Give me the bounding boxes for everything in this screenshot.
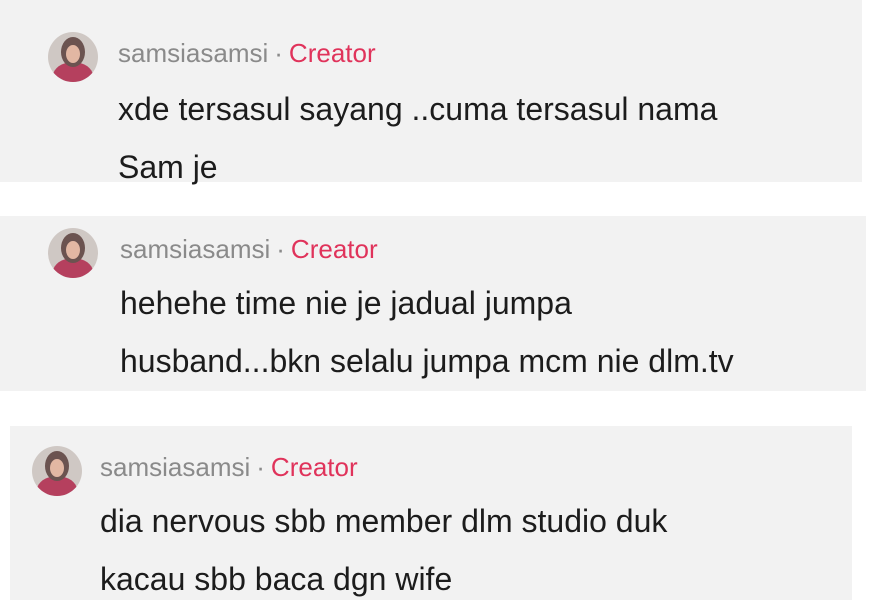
creator-badge: Creator <box>270 452 358 482</box>
comment-line: hehehe time nie je jadual jumpa <box>120 285 572 321</box>
comment-line: Sam je <box>118 149 218 185</box>
comment-meta: samsiasamsi · Creator <box>118 38 376 68</box>
separator: · <box>256 452 265 482</box>
avatar[interactable] <box>48 32 98 82</box>
separator: · <box>276 234 285 264</box>
username[interactable]: samsiasamsi <box>100 452 250 482</box>
username[interactable]: samsiasamsi <box>118 38 268 68</box>
separator: · <box>274 38 283 68</box>
comment-card: samsiasamsi · Creator hehehe time nie je j… <box>0 216 866 391</box>
avatar[interactable] <box>32 446 82 496</box>
comment-line: xde tersasul sayang ..cuma tersasul nama <box>118 91 718 127</box>
avatar[interactable] <box>48 228 98 278</box>
comment-line: dia nervous sbb member dlm studio duk <box>100 503 668 539</box>
comment-meta: samsiasamsi · Creator <box>120 234 378 264</box>
comment-card: samsiasamsi · Creator dia nervous sbb memb… <box>10 426 852 600</box>
comment-text: dia nervous sbb member dlm studio duk ka… <box>100 492 667 608</box>
comment-text: hehehe time nie je jadual jumpa husband.… <box>120 274 734 390</box>
username[interactable]: samsiasamsi <box>120 234 270 264</box>
comment-card: samsiasamsi · Creator xde tersasul sayang … <box>0 0 862 185</box>
comment-line: husband...bkn selalu jumpa mcm nie dlm.t… <box>120 343 734 379</box>
comment-line: kacau sbb baca dgn wife <box>100 561 453 597</box>
creator-badge: Creator <box>288 38 376 68</box>
creator-badge: Creator <box>290 234 378 264</box>
comment-meta: samsiasamsi · Creator <box>100 452 358 482</box>
comment-text: xde tersasul sayang ..cuma tersasul nama… <box>118 80 717 196</box>
